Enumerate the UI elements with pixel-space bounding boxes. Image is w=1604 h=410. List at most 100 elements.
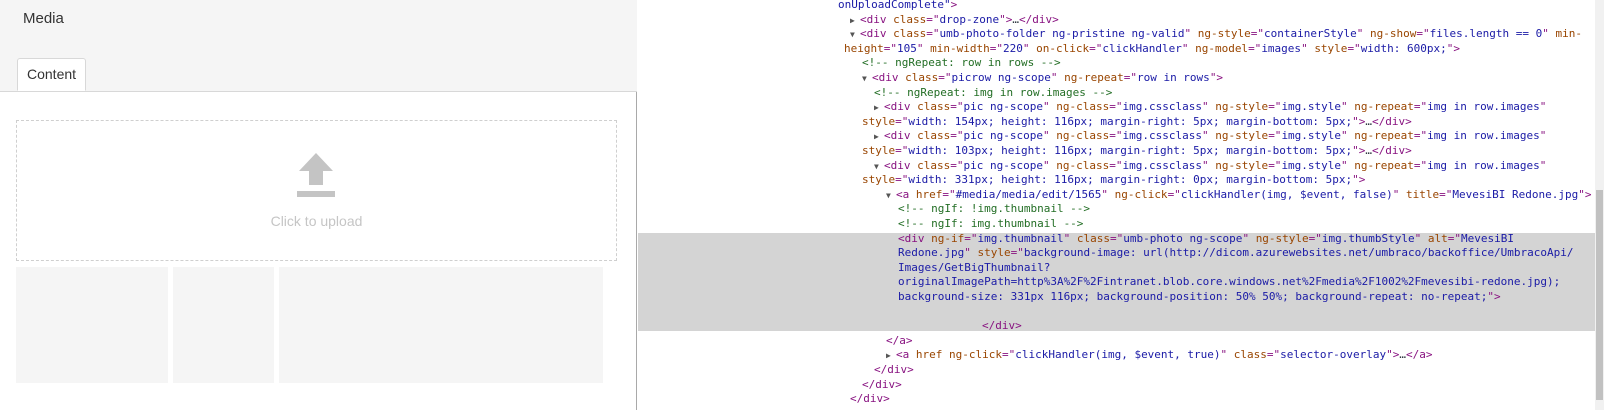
code-token: "> [1352, 144, 1366, 157]
code-token: images [1261, 41, 1302, 55]
code-token: " [1201, 100, 1216, 114]
dom-node-line[interactable]: onUploadComplete"> [638, 0, 1604, 13]
code-token: =" [1416, 27, 1430, 41]
code-token: "> [1352, 173, 1366, 187]
dom-node-line[interactable]: ▼ <div class="pic ng-scope" ng-class="img… [638, 159, 1604, 174]
dom-node-line[interactable]: ▶ <a href ng-click="clickHandler(img, $ev… [638, 348, 1604, 363]
dom-node-line[interactable]: <!-- ngRepeat: img in row.images --> [638, 86, 1604, 101]
code-token: img.style [1281, 129, 1342, 143]
code-token: width: 331px; height: 116px; margin-righ… [908, 173, 1353, 187]
editor-header: Media Content [0, 0, 637, 92]
code-token: img in row.images [1427, 129, 1540, 143]
dom-node-line[interactable]: ▶ <div class="pic ng-scope" ng-class="img… [638, 129, 1604, 144]
tab-content[interactable]: Content [17, 58, 87, 91]
upload-dropzone[interactable]: Click to upload [16, 120, 617, 261]
code-token: img in row.images [1427, 158, 1540, 172]
dom-node-line[interactable]: ▶ <div class="pic ng-scope" ng-class="img… [638, 100, 1604, 115]
expand-triangle-icon[interactable]: ▶ [886, 349, 896, 364]
code-token: <!-- ngIf: !img.thumbnail --> [898, 202, 1091, 216]
code-token: <div [884, 158, 918, 172]
dom-node-line[interactable]: style="width: 331px; height: 116px; marg… [638, 173, 1604, 188]
dom-node-line[interactable] [638, 305, 1604, 320]
dom-node-line[interactable]: style="width: 154px; height: 116px; marg… [638, 115, 1604, 130]
media-thumbnail[interactable] [16, 267, 168, 383]
code-token: class [893, 12, 927, 26]
code-token: Images/GetBigThumbnail? [898, 260, 1051, 274]
collapse-triangle-icon[interactable]: ▼ [886, 189, 896, 204]
collapse-triangle-icon[interactable]: ▼ [874, 160, 884, 175]
dom-node-line[interactable]: </div> [638, 363, 1604, 378]
collapse-triangle-icon[interactable]: ▼ [862, 72, 872, 87]
code-token: =" [950, 100, 964, 114]
dom-node-line[interactable]: ▶ <div class="drop-zone">…</div> [638, 13, 1604, 28]
code-token: "> [999, 12, 1013, 26]
code-token: "> [1446, 41, 1461, 55]
code-token: =" [1109, 231, 1124, 245]
devtools-elements-panel[interactable]: onUploadComplete"> ▶ <div class="drop-zone… [638, 0, 1604, 410]
code-token: " [1341, 158, 1355, 172]
dom-node-line[interactable]: Redone.jpg" style="background-image: url… [638, 246, 1604, 261]
code-token: img.cssclass [1122, 100, 1202, 114]
dom-node-line[interactable]: <div ng-if="img.thumbnail" class="umb-ph… [638, 232, 1604, 247]
code-token: <div [860, 12, 894, 26]
code-token: background-image: url(http://dicom.azure… [1023, 246, 1574, 260]
code-token: =" [1266, 348, 1281, 362]
code-token: class [1233, 348, 1267, 362]
code-token: ng-click [1114, 187, 1168, 201]
code-token: " [964, 246, 978, 260]
dom-node-line[interactable]: <!-- ngIf: !img.thumbnail --> [638, 202, 1604, 217]
scrollbar-thumb[interactable] [1596, 190, 1603, 400]
dom-node-line[interactable]: ▼ <div class="umb-photo-folder ng-pristin… [638, 27, 1604, 42]
dom-node-line[interactable]: background-size: 331px 116px; background… [638, 290, 1604, 305]
code-token: 220 [1002, 41, 1023, 55]
code-token: ng-style [1215, 129, 1269, 143]
code-token: "> [1352, 114, 1366, 128]
dom-node-line[interactable]: height="105" min-width="220" on-click="c… [638, 42, 1604, 57]
dom-node-line[interactable]: ▼ <div class="picrow ng-scope" ng-repeat=… [638, 71, 1604, 86]
code-token: onUploadComplete" [838, 0, 951, 11]
code-token: =" [1248, 41, 1262, 55]
dom-node-line[interactable]: <!-- ngIf: img.thumbnail --> [638, 217, 1604, 232]
code-token: " [1101, 187, 1115, 201]
code-token: =" [895, 144, 909, 157]
code-token: … [1365, 114, 1372, 128]
devtools-scrollbar[interactable] [1595, 0, 1604, 410]
expand-triangle-icon[interactable]: ▶ [874, 101, 884, 116]
dom-node-line[interactable]: ▼ <a href="#media/media/edit/1565" ng-cli… [638, 188, 1604, 203]
code-token: min-width [930, 41, 990, 55]
code-token: " [1539, 158, 1547, 172]
code-token: " [1392, 187, 1406, 201]
dom-node-line[interactable]: originalImagePath=http%3A%2F%2Fintranet.… [638, 275, 1604, 290]
code-token: selector-overlay [1280, 348, 1387, 362]
code-token: title [1405, 187, 1440, 201]
code-token: =" [942, 187, 956, 201]
code-token: MevesiBI Redone.jpg [1452, 187, 1579, 201]
code-token: ng-repeat [1354, 100, 1414, 114]
code-token: drop-zone [939, 12, 1000, 26]
dom-node-line[interactable]: Images/GetBigThumbnail? [638, 261, 1604, 276]
collapse-triangle-icon[interactable]: ▼ [850, 28, 860, 43]
dom-node-line[interactable]: </a> [638, 334, 1604, 349]
code-token: class [917, 100, 951, 114]
code-token: <div [898, 231, 932, 245]
dom-node-line[interactable]: </div> [638, 319, 1604, 334]
media-thumbnail[interactable] [173, 267, 274, 383]
code-token: ng-style [1215, 100, 1269, 114]
dom-node-line[interactable]: </div> [638, 392, 1604, 407]
code-token: ng-click [949, 348, 1002, 362]
dom-node-line[interactable]: </div> [638, 378, 1604, 393]
code-token: <a [896, 187, 916, 201]
code-token: pic ng-scope [963, 129, 1043, 143]
code-token: =" [926, 27, 940, 41]
expand-triangle-icon[interactable]: ▶ [874, 130, 884, 145]
code-token: " [1201, 129, 1216, 143]
code-token: style [862, 144, 896, 157]
code-token: href [915, 348, 943, 362]
dom-node-line[interactable]: <!-- ngRepeat: row in rows --> [638, 56, 1604, 71]
dom-node-line[interactable]: style="width: 103px; height: 116px; marg… [638, 144, 1604, 159]
media-thumbnail[interactable] [279, 267, 603, 383]
code-token: =" [1347, 41, 1361, 55]
code-token: =" [964, 231, 978, 245]
expand-triangle-icon[interactable]: ▶ [850, 14, 860, 29]
